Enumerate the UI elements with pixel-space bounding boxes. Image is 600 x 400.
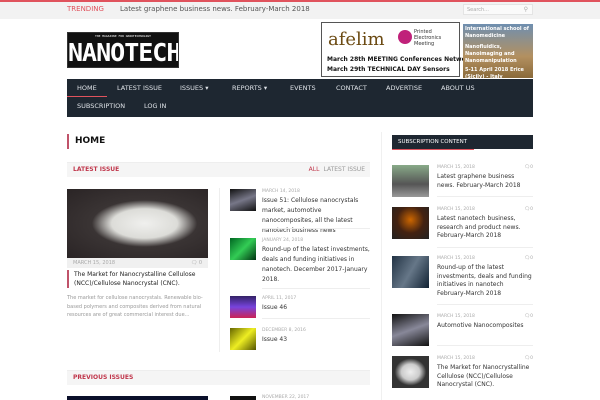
post-thumbnail[interactable] xyxy=(392,165,429,197)
featured-meta: MARCH 15, 2018 🗨 0 xyxy=(67,258,208,268)
nav-contact[interactable]: CONTACT xyxy=(326,79,377,97)
featured-excerpt: The market for cellulose nanocrystals. R… xyxy=(67,295,203,318)
post-thumbnail[interactable] xyxy=(230,238,256,260)
post-date: MARCH 15, 2018 xyxy=(437,256,475,261)
comment-number: 0 xyxy=(530,165,533,170)
post-title[interactable]: Latest graphene business news. February-… xyxy=(437,173,533,190)
ad-line: International school of Nanomedicine xyxy=(465,26,529,39)
post-date: MARCH 15, 2018 xyxy=(437,356,475,361)
post-title[interactable]: Round-up of the latest investments, deal… xyxy=(437,264,533,298)
nav-latest-issue[interactable]: LATEST ISSUE xyxy=(107,79,172,97)
nav-advertise[interactable]: ADVERTISE xyxy=(376,79,432,97)
post-title[interactable]: Automotive Nanocomposites xyxy=(437,322,533,331)
divider xyxy=(437,196,533,197)
post-date: MARCH 15, 2018 xyxy=(437,165,475,170)
post-thumbnail[interactable] xyxy=(392,256,429,288)
main-nav: HOME LATEST ISSUE ISSUES ▾ REPORTS ▾ EVE… xyxy=(67,79,533,117)
post-thumbnail[interactable] xyxy=(230,296,256,318)
search-input[interactable]: Search... ⚲ xyxy=(463,4,533,15)
trending-label: TRENDING xyxy=(67,5,104,13)
featured-image[interactable] xyxy=(67,189,208,258)
comment-number: 0 xyxy=(530,314,533,319)
post-title[interactable]: Issue 51: Cellulose nanocrystals market,… xyxy=(262,196,370,236)
logo-tagline: THE MAGAZINE FOR NANOTECHNOLOGY xyxy=(95,34,151,38)
sidebar-title: SUBSCRIPTION CONTENT xyxy=(392,135,533,150)
section-title: LATEST ISSUE xyxy=(73,166,120,173)
ad-brand: afelim xyxy=(328,29,385,50)
nav-issues[interactable]: ISSUES ▾ xyxy=(170,79,219,97)
post-date: MARCH 15, 2018 xyxy=(437,207,475,212)
post-date: JANUARY 24, 2018 xyxy=(262,238,304,243)
latest-issue-header: LATEST ISSUE ALL LATEST ISSUE xyxy=(67,162,370,177)
ad-partner: Printed Electronics Meeting xyxy=(414,29,442,47)
nav-home[interactable]: HOME xyxy=(67,79,107,97)
post-thumbnail[interactable] xyxy=(392,207,429,239)
section-title: PREVIOUS ISSUES xyxy=(73,374,134,381)
sidebar-divider xyxy=(381,132,382,400)
column-divider xyxy=(219,188,220,352)
page-title: HOME xyxy=(67,134,105,149)
post-title[interactable]: Issue 46 xyxy=(262,303,370,313)
divider xyxy=(437,247,533,248)
nanomedicine-school-ad[interactable]: International school of Nanomedicine Nan… xyxy=(463,24,533,80)
nav-log-in[interactable]: LOG IN xyxy=(134,97,176,115)
comment-count[interactable]: 🗨0 xyxy=(524,314,533,319)
post-title[interactable]: Latest nanotech business, research and p… xyxy=(437,215,533,241)
post-title[interactable]: Issue 43 xyxy=(262,335,370,345)
filter-all[interactable]: ALL xyxy=(309,166,320,173)
previous-issues-header: PREVIOUS ISSUES xyxy=(67,370,370,385)
comment-number: 0 xyxy=(530,207,533,212)
comment-number: 0 xyxy=(530,356,533,361)
ad-line-1: March 28th MEETING Conferences Networkin… xyxy=(327,56,484,63)
post-thumbnail[interactable] xyxy=(230,396,256,400)
featured-title[interactable]: The Market for Nanocrystalline Cellulose… xyxy=(67,270,207,288)
ad-logo-icon xyxy=(398,30,412,44)
divider xyxy=(437,304,533,305)
post-thumbnail[interactable] xyxy=(230,328,256,350)
post-thumbnail[interactable] xyxy=(392,356,429,388)
logo-text: NANOTECH xyxy=(68,38,179,67)
post-thumbnail[interactable] xyxy=(230,189,256,211)
divider xyxy=(262,288,370,289)
comment-count[interactable]: 🗨0 xyxy=(524,207,533,212)
post-date: DECEMBER 8, 2016 xyxy=(262,328,306,333)
post-date: MARCH 14, 2018 xyxy=(262,189,300,194)
comment-number: 0 xyxy=(198,260,202,266)
comment-count[interactable]: 🗨0 xyxy=(524,256,533,261)
afelim-ad-banner[interactable]: afelim Printed Electronics Meeting March… xyxy=(321,22,483,77)
search-icon[interactable]: ⚲ xyxy=(524,6,528,13)
divider xyxy=(262,228,370,229)
nav-events[interactable]: EVENTS xyxy=(280,79,326,97)
post-date: APRIL 11, 2017 xyxy=(262,296,297,301)
filter-latest-issue[interactable]: LATEST ISSUE xyxy=(323,166,365,173)
post-title[interactable]: Round-up of the latest investments, deal… xyxy=(262,245,370,285)
post-date: MARCH 15, 2018 xyxy=(437,314,475,319)
ad-line-2: March 29th TECHNICAL DAY Sensors xyxy=(327,66,450,73)
post-thumbnail[interactable] xyxy=(392,314,429,346)
nav-subscription[interactable]: SUBSCRIPTION xyxy=(67,97,135,115)
divider xyxy=(262,318,370,319)
post-title[interactable]: The Market for Nanocrystalline Cellulose… xyxy=(437,364,533,390)
trending-link[interactable]: Latest graphene business news. February-… xyxy=(120,5,310,13)
site-logo[interactable]: THE MAGAZINE FOR NANOTECHNOLOGY NANOTECH xyxy=(67,32,179,68)
ad-line: Nanofluidics, Nanoimaging and Nanomanipu… xyxy=(465,44,517,64)
nav-reports[interactable]: REPORTS ▾ xyxy=(222,79,277,97)
comment-number: 0 xyxy=(530,256,533,261)
comment-count[interactable]: 🗨 0 xyxy=(191,258,202,268)
comment-count[interactable]: 🗨0 xyxy=(524,356,533,361)
post-date: NOVEMBER 22, 2017 xyxy=(262,395,310,400)
post-date: MARCH 15, 2018 xyxy=(73,260,116,266)
search-placeholder: Search... xyxy=(467,7,489,13)
divider xyxy=(437,345,533,346)
previous-featured-image[interactable] xyxy=(67,396,208,400)
comment-count[interactable]: 🗨0 xyxy=(524,165,533,170)
nav-about-us[interactable]: ABOUT US xyxy=(431,79,485,97)
